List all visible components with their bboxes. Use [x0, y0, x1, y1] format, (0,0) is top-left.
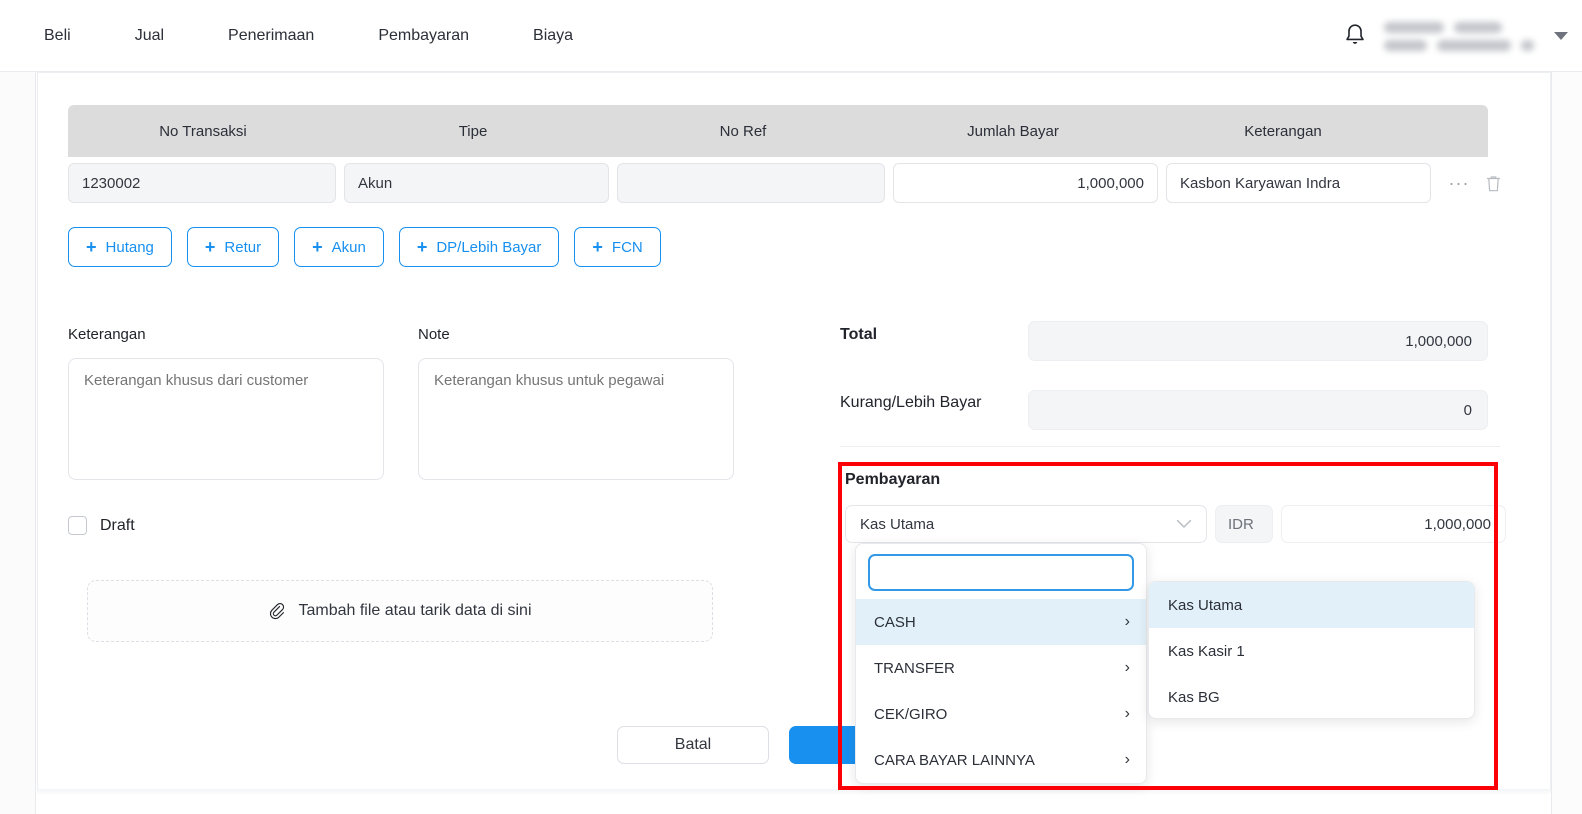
dropdown-item-cara-bayar-lainnya[interactable]: CARA BAYAR LAINNYA › [856, 737, 1146, 783]
payment-method-value: Kas Utama [860, 515, 935, 533]
column-header-keterangan: Keterangan [1244, 122, 1322, 140]
user-email-line [1384, 39, 1534, 51]
payment-amount-input[interactable]: 1,000,000 [1281, 505, 1506, 543]
note-textarea[interactable] [418, 358, 734, 480]
bell-icon[interactable] [1342, 22, 1368, 50]
nav-item-beli[interactable]: Beli [34, 21, 81, 51]
column-header-tipe: Tipe [458, 122, 488, 140]
divider [840, 446, 1500, 447]
kurang-lebih-bayar-label: Kurang/Lebih Bayar [840, 394, 982, 411]
payment-section-title: Pembayaran [845, 471, 941, 488]
total-value: 1,000,000 [1028, 321, 1488, 361]
chevron-down-icon[interactable] [1554, 32, 1568, 40]
nav-item-jual[interactable]: Jual [125, 21, 174, 51]
chevron-right-icon: › [1124, 705, 1130, 722]
chevron-down-icon [1176, 519, 1192, 528]
dropdown-item-transfer[interactable]: TRANSFER › [856, 645, 1146, 691]
dropdown-item-cara-bayar-lainnya-label: CARA BAYAR LAINNYA [874, 751, 1035, 769]
topbar-right-cluster [1342, 0, 1568, 72]
chevron-right-icon: › [1124, 751, 1130, 768]
add-fcn-label: FCN [611, 238, 643, 256]
draft-checkbox-row[interactable]: Draft [68, 516, 135, 535]
add-akun-label: Akun [331, 238, 366, 256]
submenu-item-kas-utama[interactable]: Kas Utama [1149, 582, 1474, 628]
dropdown-item-cash[interactable]: CASH › [856, 599, 1146, 645]
plus-icon: + [592, 237, 603, 257]
payment-currency-badge: IDR [1215, 505, 1273, 543]
app-page: Beli Jual Penerimaan Pembayaran Biaya No… [0, 0, 1582, 814]
right-rail [1551, 72, 1582, 814]
add-retur-button[interactable]: + Retur [186, 227, 280, 267]
add-line-buttons: + Hutang + Retur + Akun + DP/Lebih Bayar… [68, 227, 661, 267]
column-header-no-ref: No Ref [719, 122, 767, 140]
add-dp-lebih-bayar-button[interactable]: + DP/Lebih Bayar [398, 227, 560, 267]
dropdown-item-cek-giro-label: CEK/GIRO [874, 705, 948, 723]
nav-item-biaya[interactable]: Biaya [523, 21, 583, 51]
cell-keterangan[interactable]: Kasbon Karyawan Indra [1166, 163, 1431, 203]
nav-item-pembayaran[interactable]: Pembayaran [368, 21, 479, 51]
draft-label: Draft [100, 516, 135, 534]
plus-icon: + [86, 237, 97, 257]
keterangan-label: Keterangan [68, 326, 146, 343]
add-hutang-button[interactable]: + Hutang [68, 227, 172, 267]
plus-icon: + [312, 237, 323, 257]
payment-method-submenu: Kas Utama Kas Kasir 1 Kas BG [1148, 581, 1475, 719]
table-row: 1230002 Akun 1,000,000 Kasbon Karyawan I… [68, 163, 1508, 203]
keterangan-textarea[interactable] [68, 358, 384, 480]
paperclip-icon [270, 602, 285, 619]
add-dp-label: DP/Lebih Bayar [436, 238, 542, 256]
add-fcn-button[interactable]: + FCN [574, 227, 661, 267]
user-profile-redacted[interactable] [1384, 21, 1534, 51]
chevron-right-icon: › [1124, 613, 1130, 630]
note-label: Note [418, 326, 450, 343]
nav-item-penerimaan[interactable]: Penerimaan [218, 21, 324, 51]
cancel-button[interactable]: Batal [617, 726, 769, 764]
file-dropzone[interactable]: Tambah file atau tarik data di sini [87, 580, 713, 642]
file-dropzone-label: Tambah file atau tarik data di sini [298, 602, 532, 619]
dropdown-item-cash-label: CASH [874, 613, 916, 631]
add-akun-button[interactable]: + Akun [294, 227, 384, 267]
cell-jumlah-bayar[interactable]: 1,000,000 [893, 163, 1158, 203]
total-label: Total [840, 326, 878, 343]
cell-no-ref[interactable] [617, 163, 885, 203]
plus-icon: + [204, 237, 216, 257]
nav-items: Beli Jual Penerimaan Pembayaran Biaya [34, 21, 583, 51]
draft-checkbox[interactable] [68, 516, 87, 535]
grid-header: No Transaksi Tipe No Ref Jumlah Bayar Ke… [68, 105, 1488, 157]
cell-tipe[interactable]: Akun [344, 163, 609, 203]
kurang-lebih-bayar-value: 0 [1028, 390, 1488, 430]
dropdown-item-transfer-label: TRANSFER [874, 659, 955, 677]
card-shadow [37, 789, 1551, 795]
column-header-no-transaksi: No Transaksi [159, 122, 247, 140]
top-navigation-bar: Beli Jual Penerimaan Pembayaran Biaya [0, 0, 1582, 72]
submenu-item-kas-kasir-1[interactable]: Kas Kasir 1 [1149, 628, 1474, 674]
payment-method-select[interactable]: Kas Utama [845, 505, 1207, 543]
trash-icon[interactable] [1481, 174, 1505, 193]
left-rail [0, 72, 36, 814]
submenu-item-kas-bg[interactable]: Kas BG [1149, 674, 1474, 718]
dropdown-item-cek-giro[interactable]: CEK/GIRO › [856, 691, 1146, 737]
add-retur-label: Retur [224, 238, 262, 256]
cell-no-transaksi[interactable]: 1230002 [68, 163, 336, 203]
payment-method-search-input[interactable] [868, 554, 1134, 591]
payment-method-dropdown: CASH › TRANSFER › CEK/GIRO › CARA BAYAR … [855, 543, 1147, 784]
user-name-line [1384, 21, 1534, 33]
ellipsis-icon[interactable]: ··· [1445, 173, 1473, 194]
chevron-right-icon: › [1124, 659, 1130, 676]
plus-icon: + [416, 237, 428, 257]
add-hutang-label: Hutang [105, 238, 154, 256]
column-header-jumlah-bayar: Jumlah Bayar [967, 122, 1059, 140]
